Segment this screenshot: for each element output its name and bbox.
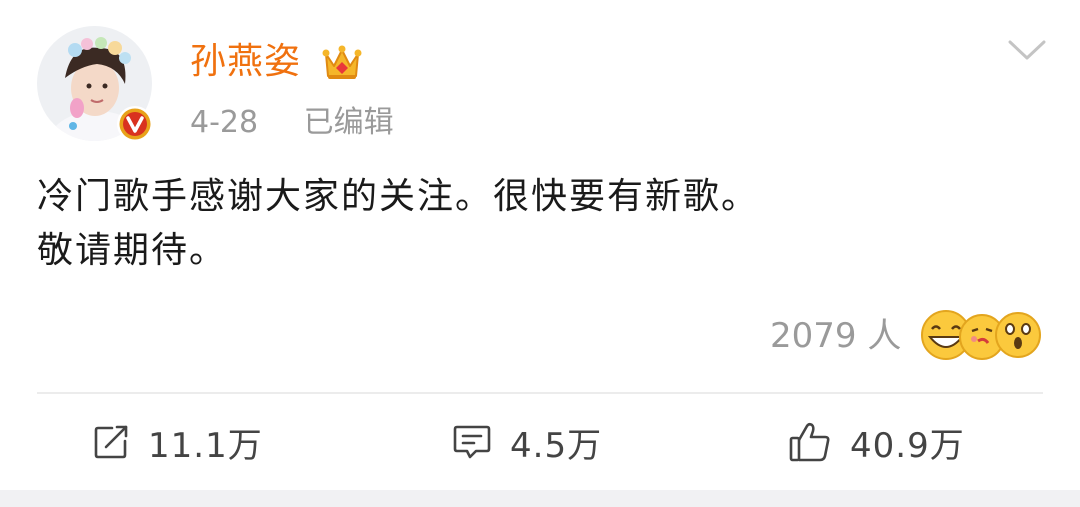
repost-icon <box>94 425 128 459</box>
comment-button[interactable]: 4.5万 <box>452 414 602 470</box>
username[interactable]: 孙燕姿 <box>190 38 301 86</box>
like-button[interactable]: 40.9万 <box>788 414 965 470</box>
chevron-down-icon[interactable] <box>1006 36 1048 64</box>
thumbs-up-icon <box>789 422 830 462</box>
edited-label: 已编辑 <box>303 105 394 140</box>
repost-button[interactable]: 11.1万 <box>92 414 263 470</box>
like-count: 40.9万 <box>850 425 965 466</box>
repost-count: 11.1万 <box>148 425 263 466</box>
reaction-count[interactable]: 2079 人 <box>770 313 901 359</box>
verified-badge-icon <box>117 106 153 142</box>
surprised-emoji-icon <box>995 312 1041 358</box>
avatar[interactable] <box>37 26 153 142</box>
comment-count: 4.5万 <box>510 425 603 466</box>
post-text-line: 敬请期待。 <box>37 230 228 271</box>
comment-icon <box>453 425 491 459</box>
post-text-line: 冷门歌手感谢大家的关注。很快要有新歌。 <box>37 176 760 217</box>
post-content: 冷门歌手感谢大家的关注。很快要有新歌。 敬请期待。 <box>37 170 1047 278</box>
vip-crown-icon <box>322 45 362 79</box>
post-meta: 4-28 已编辑 <box>190 102 394 144</box>
bottom-separator <box>0 490 1080 507</box>
divider <box>37 392 1043 394</box>
post-date: 4-28 <box>190 105 259 140</box>
reaction-emoji-stack[interactable] <box>918 307 1044 363</box>
weibo-post-card: 孙燕姿 4-28 已编辑 冷门歌手感谢大家的关注。很快要有新歌。 敬请期待。 2… <box>0 0 1080 507</box>
